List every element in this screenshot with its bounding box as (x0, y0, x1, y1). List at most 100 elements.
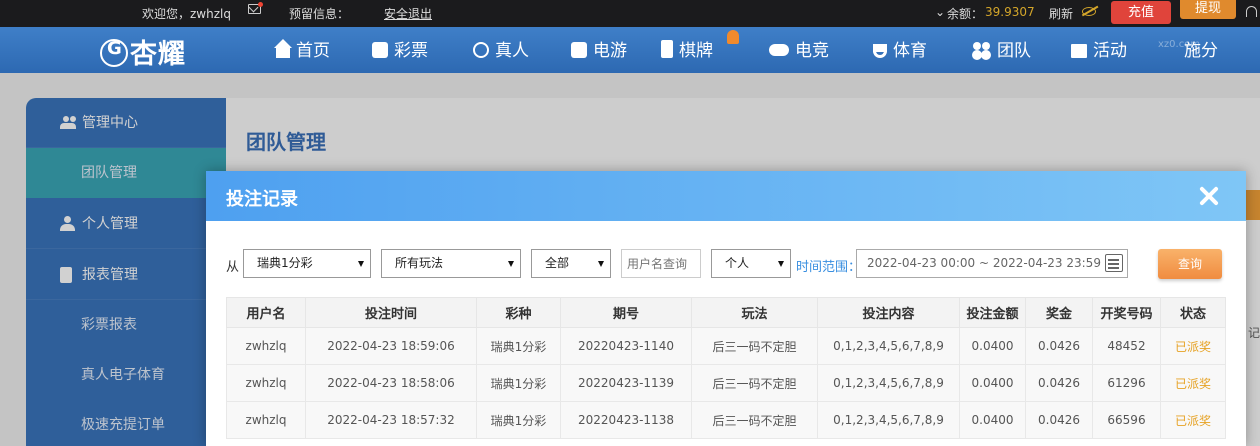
cell-bet-time: 2022-04-23 18:57:32 (305, 401, 477, 439)
sidebar-item-label: 团队管理 (81, 165, 137, 181)
sidebar-item-management-center[interactable]: 管理中心 (26, 98, 226, 148)
sidebar-item-personal-management[interactable]: 个人管理 (26, 199, 226, 249)
refresh-link[interactable]: 刷新 (1049, 5, 1073, 22)
bet-records-table: 用户名 投注时间 彩种 期号 玩法 投注内容 投注金额 奖金 开奖号码 状态 z… (226, 297, 1226, 439)
balance-chevron-icon[interactable]: ⌄ (935, 5, 945, 19)
nav-label: 真人 (495, 41, 529, 61)
nav-events[interactable]: 活动 (1071, 39, 1127, 63)
reserved-info-label: 预留信息： (289, 7, 350, 21)
time-range-input[interactable]: 2022-04-23 00:00 ~ 2022-04-23 23:59 (856, 249, 1128, 278)
unread-dot (258, 2, 263, 7)
nav-chess[interactable]: 棋牌 (661, 39, 713, 63)
col-draw-number: 开奖号码 (1092, 297, 1161, 328)
gamepad-icon (769, 44, 789, 56)
nav-home[interactable]: 首页 (272, 39, 330, 63)
nav-label: 团队 (997, 41, 1031, 61)
cell-status: 已派奖 (1160, 327, 1226, 365)
logout-link[interactable]: 安全退出 (384, 5, 432, 22)
username-search-input[interactable] (621, 249, 701, 278)
cell-status: 已派奖 (1160, 401, 1226, 439)
col-issue: 期号 (560, 297, 692, 328)
nav-sports[interactable]: 体育 (873, 39, 927, 63)
welcome-text: 欢迎您，zwhzlq (142, 7, 231, 21)
side-peek-text: 记 (1248, 326, 1260, 340)
dealer-icon (473, 42, 489, 58)
cell-lottery: 瑞典1分彩 (476, 364, 561, 402)
main-nav: 杏耀 首页 彩票 真人 电游 棋牌 电竞 体育 团队 活动 施分 xz0.com (0, 27, 1260, 73)
sidebar-item-label: 真人电子体育 (81, 367, 165, 383)
cell-issue: 20220423-1140 (560, 327, 692, 365)
col-username: 用户名 (226, 297, 306, 328)
cell-issue: 20220423-1139 (560, 364, 692, 402)
cell-lottery: 瑞典1分彩 (476, 401, 561, 439)
sidebar-item-label: 极速充提订单 (81, 417, 165, 433)
withdraw-button[interactable]: 提现 (1180, 0, 1236, 19)
sidebar-item-fast-orders[interactable]: 极速充提订单 (26, 400, 226, 446)
cell-status: 已派奖 (1160, 364, 1226, 402)
team-icon (973, 42, 991, 58)
group-icon (60, 115, 76, 130)
col-prize: 奖金 (1025, 297, 1093, 328)
home-icon (272, 39, 292, 58)
table-row[interactable]: zwhzlq 2022-04-23 18:59:06 瑞典1分彩 2022042… (226, 327, 1226, 365)
nav-team[interactable]: 团队 (973, 39, 1031, 63)
sidebar-item-lottery-report[interactable]: 彩票报表 (26, 300, 226, 350)
nav-label: 棋牌 (679, 41, 713, 61)
play-type-select[interactable]: 所有玩法 (381, 249, 521, 278)
top-info-bar: 欢迎您，zwhzlq 预留信息： 安全退出 ⌄ 余额： 39.9307 刷新 充… (0, 0, 1260, 27)
cell-prize: 0.0426 (1025, 401, 1093, 439)
cell-username: zwhzlq (226, 364, 306, 402)
table-row[interactable]: zwhzlq 2022-04-23 18:58:06 瑞典1分彩 2022042… (226, 364, 1226, 402)
cell-prize: 0.0426 (1025, 364, 1093, 402)
close-icon[interactable] (1198, 185, 1220, 207)
cell-play: 后三一码不定胆 (691, 327, 818, 365)
headset-icon[interactable] (1246, 6, 1257, 17)
cell-prize: 0.0426 (1025, 327, 1093, 365)
modal-title: 投注记录 (226, 189, 298, 210)
site-logo[interactable]: 杏耀 (100, 32, 186, 70)
nav-esports[interactable]: 电竞 (769, 39, 829, 63)
balance-value: 39.9307 (985, 5, 1035, 19)
time-range-label: 时间范围： (796, 260, 862, 275)
col-lottery: 彩种 (476, 297, 561, 328)
recharge-button[interactable]: 充值 (1111, 1, 1171, 24)
nav-label: 电竞 (795, 41, 829, 61)
gift-icon (1071, 44, 1087, 58)
nav-lottery[interactable]: 彩票 (372, 39, 428, 63)
cell-bet-amount: 0.0400 (959, 364, 1026, 402)
modal-header: 投注记录 (206, 171, 1246, 221)
bet-records-modal: 投注记录 从 瑞典1分彩 所有玩法 全部 个人 时间范围： 2022-04-23… (206, 171, 1246, 446)
sidebar-item-live-slots-sports[interactable]: 真人电子体育 (26, 350, 226, 400)
balance-label: 余额： (947, 7, 984, 21)
cell-bet-amount: 0.0400 (959, 327, 1026, 365)
nav-label: 彩票 (394, 41, 428, 61)
sidebar-item-report-management[interactable]: 报表管理 (26, 250, 226, 300)
col-bet-content: 投注内容 (817, 297, 960, 328)
cell-bet-time: 2022-04-23 18:58:06 (305, 364, 477, 402)
cell-bet-content: 0,1,2,3,4,5,6,7,8,9 (817, 327, 960, 365)
cell-draw-number: 48452 (1092, 327, 1161, 365)
side-tab[interactable] (1246, 190, 1260, 220)
filter-bar: 从 瑞典1分彩 所有玩法 全部 个人 时间范围： 2022-04-23 00:0… (206, 249, 1246, 279)
cell-play: 后三一码不定胆 (691, 364, 818, 402)
time-range-value: 2022-04-23 00:00 ~ 2022-04-23 23:59 (867, 256, 1101, 270)
cell-draw-number: 61296 (1092, 364, 1161, 402)
hide-balance-icon[interactable] (1082, 7, 1096, 16)
query-button[interactable]: 查询 (1158, 249, 1222, 279)
sidebar-item-team-management[interactable]: 团队管理 (26, 148, 226, 198)
col-bet-amount: 投注金额 (959, 297, 1026, 328)
ticket-icon (372, 42, 388, 58)
col-play: 玩法 (691, 297, 818, 328)
logo-text: 杏耀 (130, 39, 186, 70)
calendar-icon[interactable] (1105, 254, 1123, 272)
page-title: 团队管理 (246, 130, 326, 154)
cell-issue: 20220423-1138 (560, 401, 692, 439)
nav-label: 活动 (1093, 41, 1127, 61)
scope-select[interactable]: 全部 (531, 249, 611, 278)
table-row[interactable]: zwhzlq 2022-04-23 18:57:32 瑞典1分彩 2022042… (226, 401, 1226, 439)
lottery-select[interactable]: 瑞典1分彩 (243, 249, 371, 278)
hot-badge-icon (727, 30, 739, 44)
nav-slots[interactable]: 电游 (571, 39, 627, 63)
member-select[interactable]: 个人 (711, 249, 791, 278)
nav-live[interactable]: 真人 (473, 39, 529, 63)
